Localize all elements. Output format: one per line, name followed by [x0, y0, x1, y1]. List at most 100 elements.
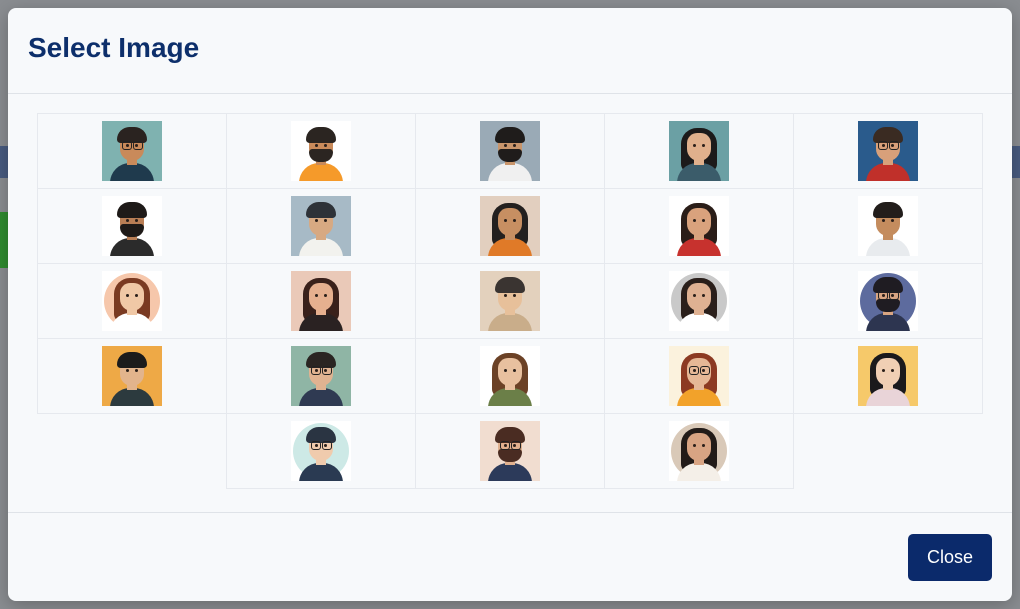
avatar-eye [513, 144, 516, 147]
avatar-eye [126, 219, 129, 222]
image-option[interactable] [415, 113, 605, 189]
avatar-eye [513, 294, 516, 297]
image-option[interactable] [793, 113, 983, 189]
image-option[interactable] [37, 338, 227, 414]
image-option[interactable] [793, 188, 983, 264]
avatar-glasses [889, 141, 899, 150]
avatar-face [687, 283, 711, 311]
avatar-man-glasses-blue-image [858, 121, 918, 181]
avatar-hair [495, 427, 525, 443]
avatar-face [876, 358, 900, 386]
avatar-woman-dark-hair-teal-image [669, 121, 729, 181]
avatar-man-glasses-teal-image [102, 121, 162, 181]
avatar-eye [513, 219, 516, 222]
image-option[interactable] [226, 113, 416, 189]
avatar-glasses [878, 141, 888, 150]
avatar-beard [309, 149, 333, 162]
avatar-eye [135, 219, 138, 222]
avatar-eye [702, 219, 705, 222]
image-option[interactable] [793, 338, 983, 414]
modal-title: Select Image [28, 32, 200, 63]
avatar-woman-curly-peach-image [102, 271, 162, 331]
background-accent-block [0, 212, 8, 268]
avatar-man-glasses-indigo-circle-image [858, 271, 918, 331]
avatar-face [687, 133, 711, 161]
avatar-shirt [488, 313, 532, 331]
avatar-glasses [122, 141, 132, 150]
avatar-hair [306, 127, 336, 143]
avatar-hair [873, 127, 903, 143]
avatar-shirt [110, 238, 154, 256]
avatar-eye [693, 219, 696, 222]
select-image-modal: Select Image Close [8, 8, 1012, 601]
avatar-man-beard-white-shirt-image [480, 121, 540, 181]
image-option[interactable] [37, 113, 227, 189]
image-option[interactable] [415, 413, 605, 489]
image-option[interactable] [604, 263, 794, 339]
avatar-eye [891, 219, 894, 222]
avatar-shirt [488, 463, 532, 481]
avatar-beard [498, 149, 522, 162]
avatar-glasses [889, 291, 899, 300]
image-option[interactable] [415, 188, 605, 264]
avatar-beard [120, 224, 144, 237]
avatar-man-glasses-mint-circle-image [291, 421, 351, 481]
avatar-eye [324, 219, 327, 222]
avatar-woman-glasses-yellow-top-image [669, 346, 729, 406]
image-option[interactable] [604, 338, 794, 414]
avatar-man-beard-orange-image [291, 121, 351, 181]
avatar-woman-long-brown-hair-image [480, 346, 540, 406]
image-grid [37, 113, 983, 489]
image-option[interactable] [415, 263, 605, 339]
avatar-woman-black-hair-yellow-image [858, 346, 918, 406]
image-option[interactable] [415, 338, 605, 414]
avatar-face [687, 433, 711, 461]
avatar-face [687, 208, 711, 236]
avatar-hair [117, 202, 147, 218]
avatar-eye [504, 369, 507, 372]
avatar-eye [882, 219, 885, 222]
avatar-glasses [322, 441, 332, 450]
avatar-shirt [866, 238, 910, 256]
close-button[interactable]: Close [908, 534, 992, 581]
avatar-hair [495, 127, 525, 143]
avatar-eye [126, 369, 129, 372]
image-option[interactable] [604, 188, 794, 264]
avatar-glasses [133, 141, 143, 150]
avatar-man-mustard-image [102, 346, 162, 406]
image-option[interactable] [226, 338, 416, 414]
modal-header: Select Image [8, 8, 1012, 94]
avatar-shirt [110, 163, 154, 181]
avatar-eye [135, 294, 138, 297]
avatar-eye [882, 369, 885, 372]
avatar-man-glasses-beard-peach-image [480, 421, 540, 481]
image-option[interactable] [226, 263, 416, 339]
avatar-eye [126, 294, 129, 297]
avatar-hair [495, 277, 525, 293]
avatar-glasses [311, 366, 321, 375]
avatar-glasses [311, 441, 321, 450]
image-option[interactable] [37, 263, 227, 339]
image-option[interactable] [226, 188, 416, 264]
avatar-shirt [866, 163, 910, 181]
avatar-face [498, 358, 522, 386]
empty-grid-cell [793, 413, 983, 489]
image-option[interactable] [604, 113, 794, 189]
avatar-eye [702, 144, 705, 147]
image-option[interactable] [604, 413, 794, 489]
avatar-woman-grey-circle-image [669, 271, 729, 331]
avatar-beard [498, 449, 522, 462]
avatar-hair [306, 202, 336, 218]
avatar-eye [891, 369, 894, 372]
avatar-eye [693, 294, 696, 297]
avatar-hair [117, 352, 147, 368]
image-option[interactable] [793, 263, 983, 339]
avatar-man-smiling-white-shirt-image [858, 196, 918, 256]
avatar-glasses [322, 366, 332, 375]
avatar-face [309, 283, 333, 311]
avatar-eye [504, 144, 507, 147]
avatar-man-white-shirt-grey-image [291, 196, 351, 256]
avatar-eye [513, 369, 516, 372]
image-option[interactable] [37, 188, 227, 264]
image-option[interactable] [226, 413, 416, 489]
